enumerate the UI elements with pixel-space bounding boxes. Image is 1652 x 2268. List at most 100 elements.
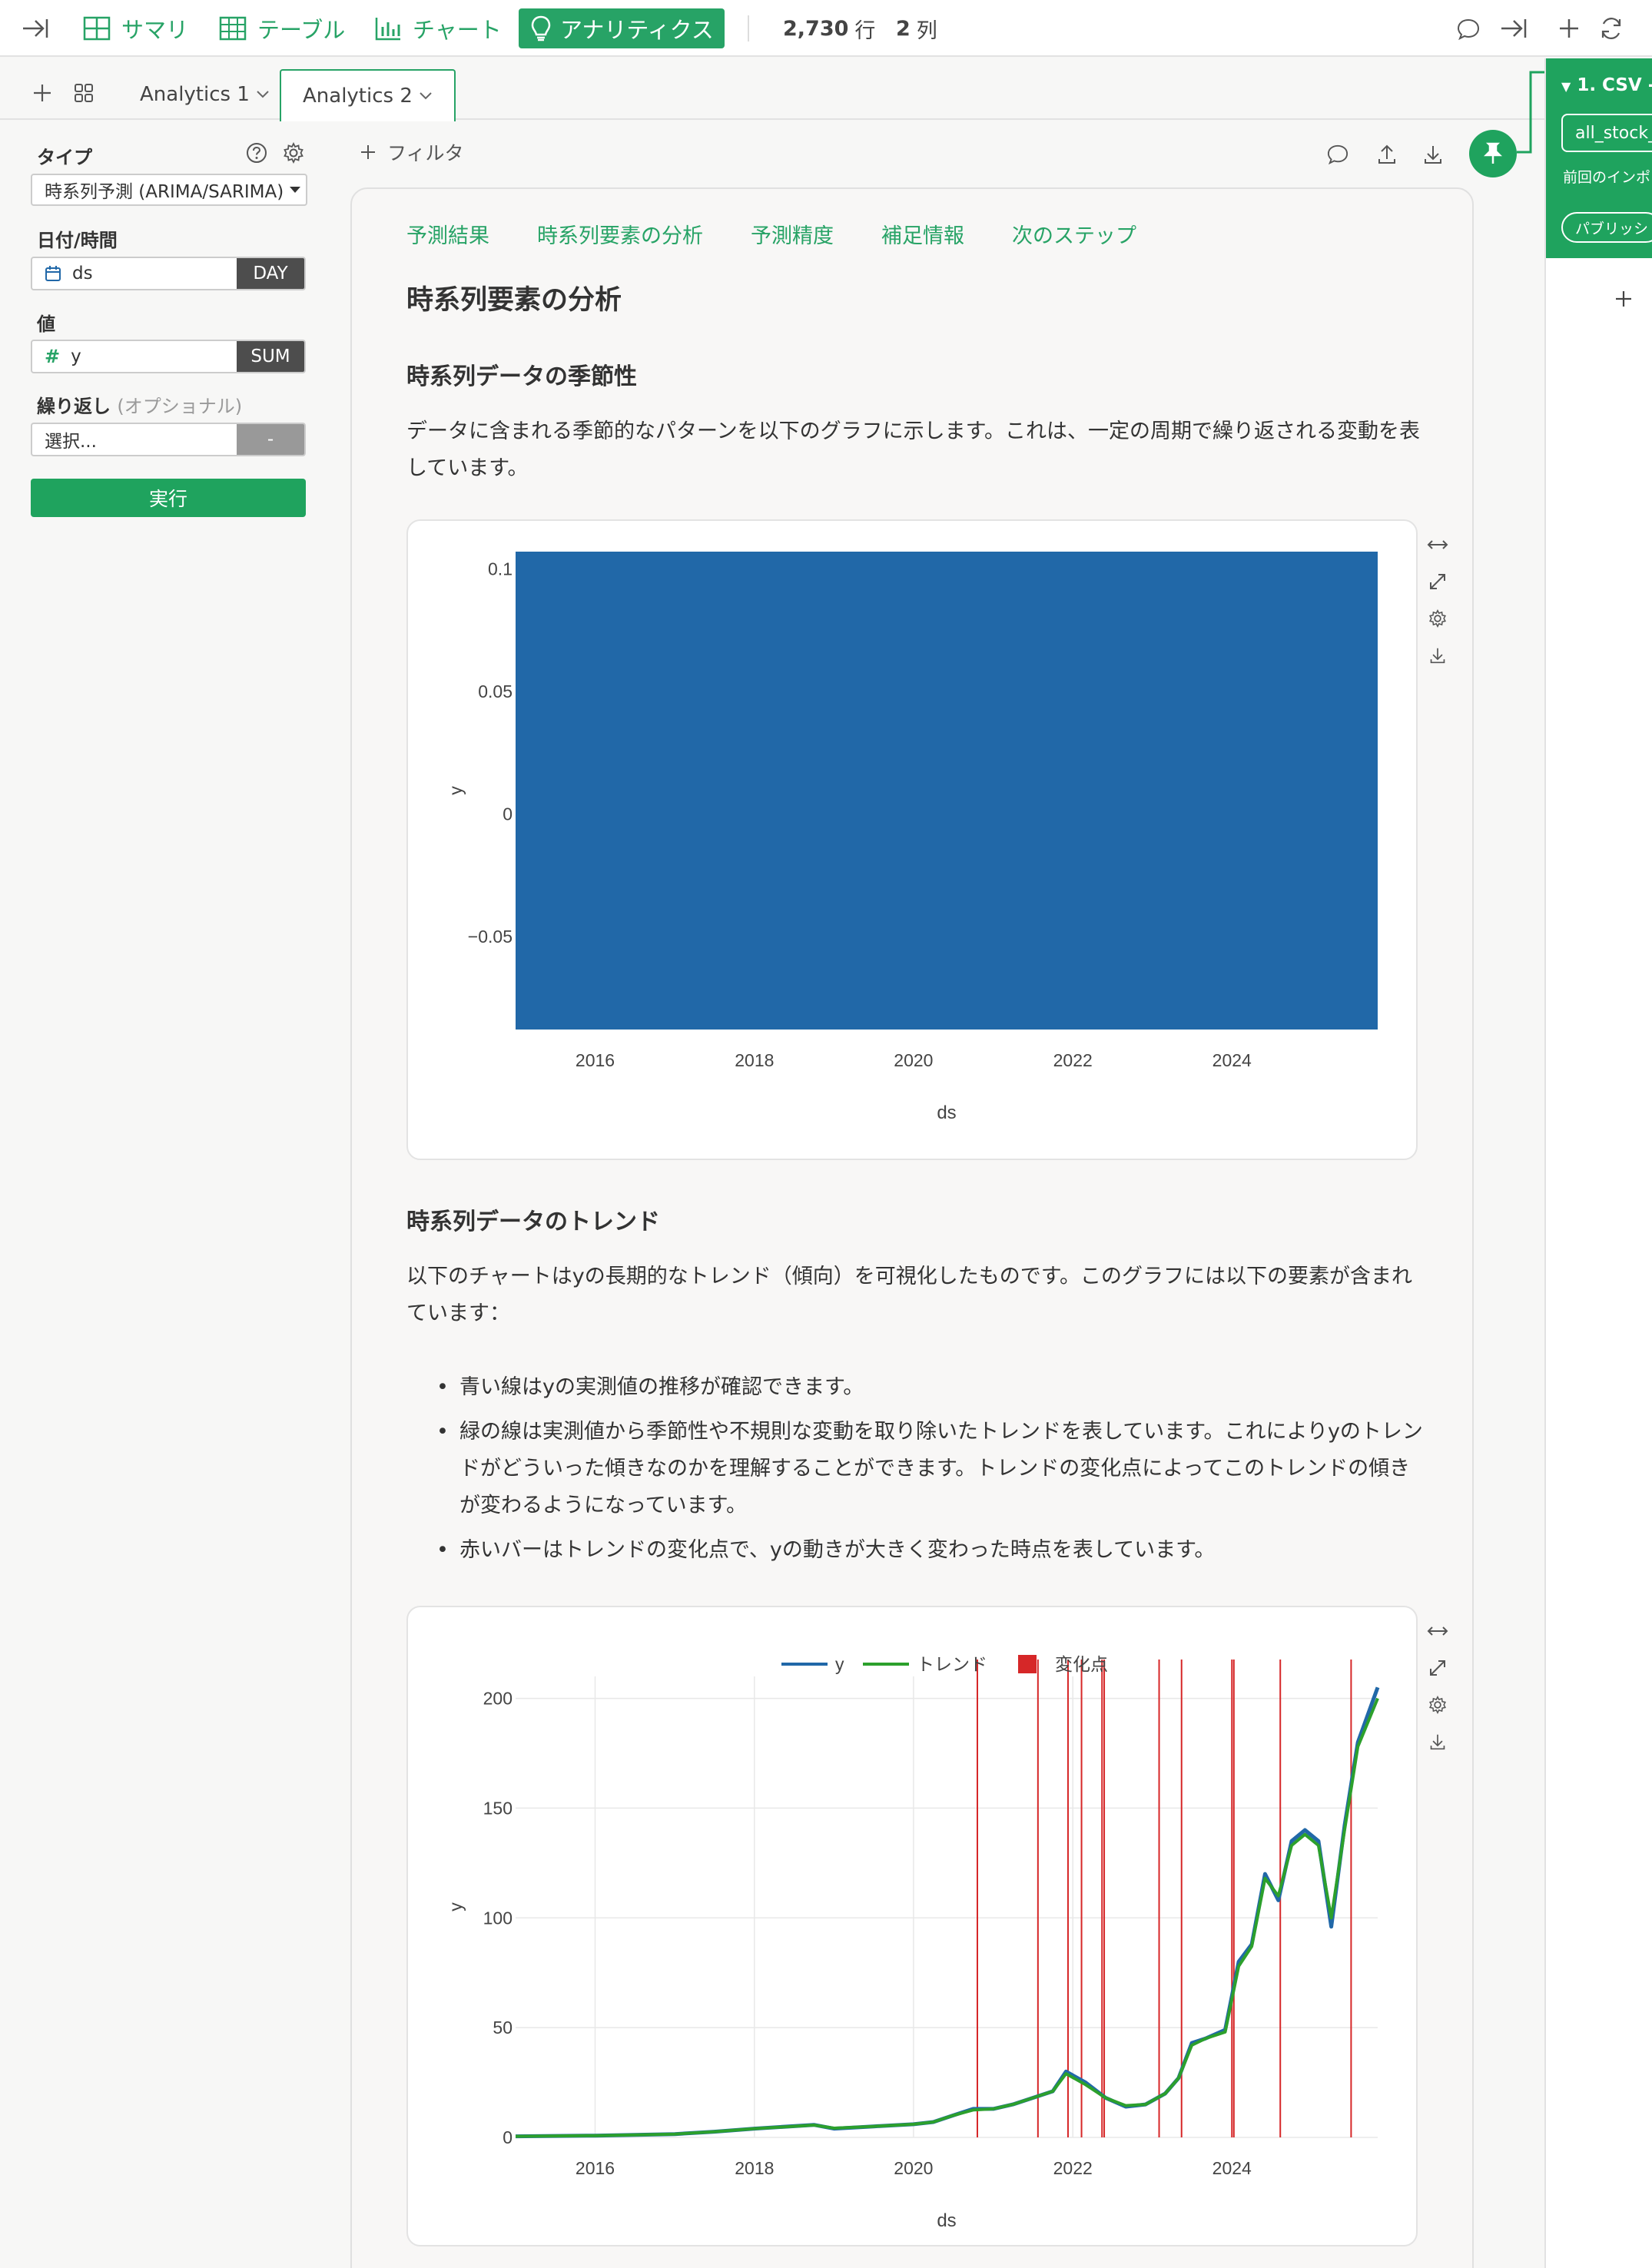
tab-analytics-1[interactable]: Analytics 1 — [118, 69, 291, 120]
date-agg-button[interactable]: DAY — [237, 258, 304, 289]
date-field[interactable]: ds DAY — [31, 257, 306, 290]
y-axis-title: y — [446, 1902, 466, 1912]
repeat-optional-text: (オプショナル) — [117, 396, 243, 417]
csv-step-title-text: 1. CSV - — [1577, 75, 1652, 95]
caret-down-icon — [290, 187, 300, 193]
date-label: 日付/時間 — [37, 230, 118, 251]
upload-icon[interactable] — [1374, 141, 1400, 167]
legend-y-label: y — [835, 1654, 844, 1674]
csv-name-input[interactable]: all_stock_ — [1561, 114, 1652, 152]
x-tick-label: 2020 — [894, 2158, 933, 2178]
y-tick-label: 0.1 — [488, 559, 513, 579]
x-tick-label: 2022 — [1053, 2158, 1093, 2178]
subnav-accuracy[interactable]: 予測精度 — [751, 219, 834, 249]
lightbulb-icon — [531, 15, 551, 41]
pan-horizontal-icon[interactable] — [1426, 1620, 1449, 1642]
trend-title: 時系列データのトレンド — [406, 1209, 660, 1235]
expand-icon[interactable] — [1426, 1657, 1449, 1679]
pan-horizontal-icon[interactable] — [1426, 534, 1449, 555]
legend-trend-label: トレンド — [917, 1654, 987, 1674]
pin-connector — [1517, 71, 1548, 154]
table-label: テーブル — [257, 17, 346, 43]
row-count: 2,730 行 — [783, 0, 875, 57]
value-field[interactable]: # y SUM — [31, 340, 306, 373]
subnav-supplement[interactable]: 補足情報 — [881, 219, 964, 249]
column-count-value: 2 — [896, 16, 911, 41]
grid-view-icon[interactable] — [71, 80, 97, 106]
filter-label: フィルタ — [387, 142, 464, 164]
add-tab-icon[interactable] — [29, 80, 55, 106]
subnav-forecast[interactable]: 予測結果 — [406, 219, 489, 249]
seasonality-chart-svg: 2016 2018 2020 2022 2024 0.1 0.05 0 −0.05 ds y — [446, 552, 1378, 1123]
x-tick-label: 2016 — [576, 2158, 615, 2178]
x-tick-label: 2018 — [735, 2158, 774, 2178]
section-subnav: 予測結果 時系列要素の分析 予測精度 補足情報 次のステップ — [406, 219, 1136, 249]
column-count: 2 列 — [896, 0, 937, 57]
analytics-tab[interactable]: アナリティクス — [519, 8, 725, 48]
legend-changepoint-swatch — [1018, 1655, 1037, 1673]
y-tick-label: −0.05 — [468, 927, 513, 947]
top-toolbar: サマリ テーブル チャート アナリティクス 2,730 行 2 列 — [0, 0, 1652, 57]
y-tick-label: 100 — [483, 1908, 513, 1928]
seasonality-bar — [516, 552, 1378, 1030]
add-step-icon[interactable] — [1612, 287, 1635, 310]
chart-tab[interactable]: チャート — [374, 0, 502, 57]
summary-label: サマリ — [121, 17, 189, 43]
settings-gear-icon[interactable] — [281, 141, 306, 165]
download-icon[interactable] — [1420, 141, 1446, 167]
row-count-value: 2,730 — [783, 16, 849, 41]
analytics-label: アナリティクス — [560, 17, 714, 43]
y-tick-label: 0.05 — [478, 681, 513, 701]
bullet-changepoint: 赤いバーはトレンドの変化点で、yの動きが大きく変わった時点を表しています。 — [436, 1532, 1425, 1569]
chart-settings-icon[interactable] — [1426, 608, 1449, 629]
bullet-trend: 緑の線は実測値から季節性や不規則な変動を取り除いたトレンドを表しています。これに… — [436, 1414, 1425, 1524]
tab-analytics-2[interactable]: Analytics 2 — [280, 69, 456, 121]
subnav-components[interactable]: 時系列要素の分析 — [537, 219, 703, 249]
trend-description: 以下のチャートはyの長期的なトレンド（傾向）を可視化したものです。このグラフには… — [406, 1265, 1413, 1325]
x-tick-label: 2024 — [1212, 2158, 1252, 2178]
collapse-right-icon[interactable] — [1498, 15, 1529, 42]
table-tab[interactable]: テーブル — [219, 0, 345, 57]
type-select[interactable]: 時系列予測 (ARIMA/SARIMA) — [31, 174, 307, 206]
y-tick-label: 150 — [483, 1798, 513, 1818]
calendar-icon — [45, 266, 61, 281]
publish-button[interactable]: パブリッシ — [1561, 212, 1652, 243]
y-tick-label: 200 — [483, 1689, 513, 1709]
comment-icon[interactable] — [1325, 141, 1351, 167]
column-count-unit: 列 — [916, 18, 937, 43]
summary-icon — [83, 16, 111, 41]
repeat-field[interactable]: 選択... - — [31, 423, 306, 456]
repeat-label: 繰り返し (オプショナル) — [37, 391, 242, 418]
summary-tab[interactable]: サマリ — [83, 0, 188, 57]
chevron-down-icon — [420, 92, 432, 100]
filter-button[interactable]: フィルタ — [360, 138, 464, 166]
seasonality-chart: 2016 2018 2020 2022 2024 0.1 0.05 0 −0.05 ds y — [406, 519, 1418, 1160]
seasonality-description: データに含まれる季節的なパターンを以下のグラフに示します。これは、一定の周期で繰… — [406, 419, 1420, 480]
legend-changepoint-label: 変化点 — [1055, 1654, 1108, 1674]
repeat-agg-button[interactable]: - — [237, 424, 304, 455]
seasonality-title: 時系列データの季節性 — [406, 363, 637, 390]
chart-settings-icon[interactable] — [1426, 1694, 1449, 1716]
help-icon[interactable] — [244, 141, 269, 165]
value-agg-button[interactable]: SUM — [237, 341, 304, 372]
comment-icon[interactable] — [1455, 15, 1482, 43]
chart-download-icon[interactable] — [1426, 645, 1449, 666]
x-tick-label: 2020 — [894, 1050, 933, 1070]
trend-chart-tools — [1426, 1620, 1449, 1752]
actual-y-line — [515, 1686, 1380, 2139]
expand-icon[interactable] — [1426, 571, 1449, 592]
pin-button[interactable] — [1469, 130, 1517, 177]
section-title: 時系列要素の分析 — [406, 285, 622, 316]
chart-download-icon[interactable] — [1426, 1731, 1449, 1752]
trend-chart: 2016 2018 2020 2022 2024 200 150 100 50 0 ds y y トレンド… — [406, 1606, 1418, 2246]
y-tick-label: 50 — [493, 2018, 513, 2038]
hash-icon: # — [45, 346, 61, 367]
pin-icon — [1484, 142, 1502, 164]
collapse-left-icon[interactable] — [20, 15, 51, 42]
subnav-next-steps[interactable]: 次のステップ — [1012, 219, 1136, 249]
toolbar-divider — [748, 15, 749, 41]
run-button[interactable]: 実行 — [31, 479, 306, 517]
refresh-icon[interactable] — [1597, 15, 1625, 42]
type-select-value: 時系列予測 (ARIMA/SARIMA) — [45, 182, 284, 202]
add-icon[interactable] — [1555, 15, 1583, 42]
